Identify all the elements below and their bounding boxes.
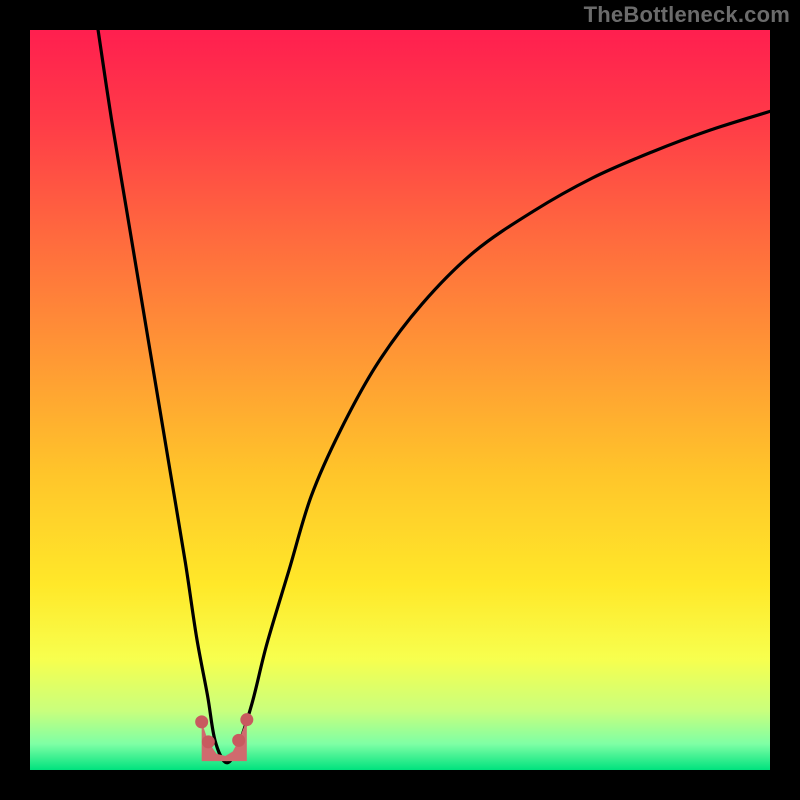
trough-overlay-dot bbox=[232, 734, 245, 747]
chart-canvas bbox=[0, 0, 800, 800]
trough-overlay-dot bbox=[202, 735, 215, 748]
gradient-background bbox=[30, 30, 770, 770]
watermark-text: TheBottleneck.com bbox=[584, 2, 790, 28]
trough-overlay-dot bbox=[240, 713, 253, 726]
chart-stage: TheBottleneck.com bbox=[0, 0, 800, 800]
trough-overlay-dot bbox=[195, 715, 208, 728]
